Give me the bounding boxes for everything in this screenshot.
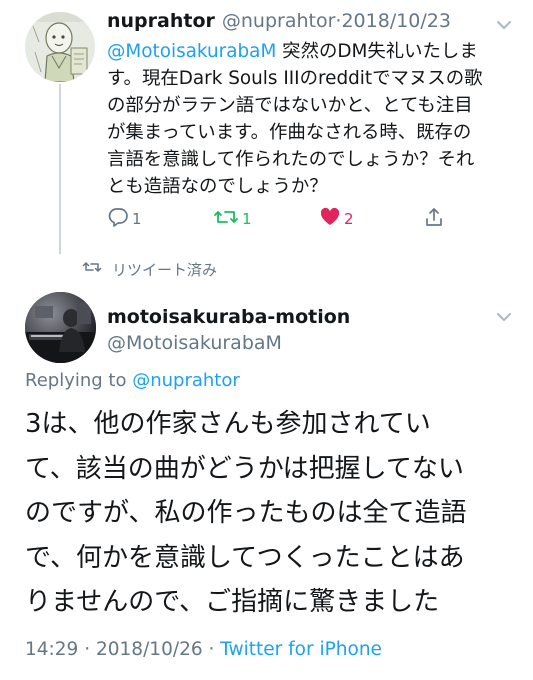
tweet2-text-line: 3は、他の作家さんも参加されてい [25,409,431,439]
thread-connector [59,84,61,254]
retweeted-label: リツイート済み [112,260,218,279]
tweet1-display-name[interactable]: nuprahtor [107,10,215,32]
tweet1-text-line: の部分がラテン語ではないかと、とても注目 [107,95,473,116]
tweet1-actions: 1 1 2 [107,206,457,232]
tweet2-text-line: りませんので、ご指摘に驚きました [25,587,440,617]
tweet2-meta: 14:29 · 2018/10/26 · Twitter for iPhone [25,639,382,660]
tweet1-text: @MotoisakurabaM 突然のDM失礼いたしま す。現在Dark Sou… [107,38,517,200]
tweet2-source[interactable]: Twitter for iPhone [220,639,382,660]
tweet2-text-line: のですが、私の作ったものは全て造語 [25,498,467,528]
tweet1-text-line: @MotoisakurabaM 突然のDM失礼いたしま [107,38,517,65]
retweet-button[interactable]: 1 [213,206,252,232]
tweet2-time[interactable]: 14:29 [25,639,78,660]
share-icon [423,206,445,232]
replying-prefix: Replying to [25,370,133,391]
tweet2-date[interactable]: 2018/10/26 [96,639,203,660]
retweet-count: 1 [242,210,252,228]
chevron-down-icon[interactable] [493,306,515,328]
tweet2-separator: · [78,639,96,660]
like-button[interactable]: 2 [319,206,354,232]
tweet1-text-line: が集まっています。作曲なされる時、既存の [107,122,472,143]
tweet1-text-line: 言語を意識して作られたのでしょうか？それ [107,149,475,170]
reply-count: 1 [132,210,142,228]
avatar-motoisakuraba[interactable] [25,292,96,363]
tweet2-text-line: で、何かを意識してつくったことはあ [25,542,465,573]
replying-to-mention[interactable]: @nuprahtor [132,370,240,391]
tweet2-handle[interactable]: @MotoisakurabaM [107,332,282,354]
heart-icon [319,206,341,232]
retweet-icon [213,206,239,232]
reply-button[interactable]: 1 [107,206,142,232]
chevron-down-icon[interactable] [493,14,515,36]
tweet1-mention[interactable]: @MotoisakurabaM [107,41,276,62]
share-button[interactable] [423,206,445,232]
reply-icon [107,206,129,232]
tweet1-date[interactable]: 2018/10/23 [341,10,451,32]
retweeted-indicator: リツイート済み [82,258,217,280]
like-count: 2 [344,210,354,228]
tweet1-header: nuprahtor @nuprahtor · 2018/10/23 [107,10,451,36]
retweet-icon [82,259,102,279]
tweet2-text: 3は、他の作家さんも参加されてい て、該当の曲がどうかは把握してない のですが、… [25,402,515,625]
tweet1-text-line: す。現在Dark Souls IIIのredditでマヌスの歌 [107,68,483,89]
tweet1-text-line: とも造語なのでしょうか？ [107,176,328,197]
tweet1-handle[interactable]: @nuprahtor [222,10,336,32]
avatar-nuprahtor[interactable] [25,12,95,82]
tweet2-separator: · [202,639,221,660]
tweet1-text-line1-rest: 突然のDM失礼いたしま [276,41,478,62]
replying-to: Replying to @nuprahtor [25,370,240,391]
tweet-thread: nuprahtor @nuprahtor · 2018/10/23 @Motoi… [0,0,533,680]
tweet2-text-line: て、該当の曲がどうかは把握してない [25,453,464,484]
tweet2-display-name[interactable]: motoisakuraba-motion [107,306,350,328]
